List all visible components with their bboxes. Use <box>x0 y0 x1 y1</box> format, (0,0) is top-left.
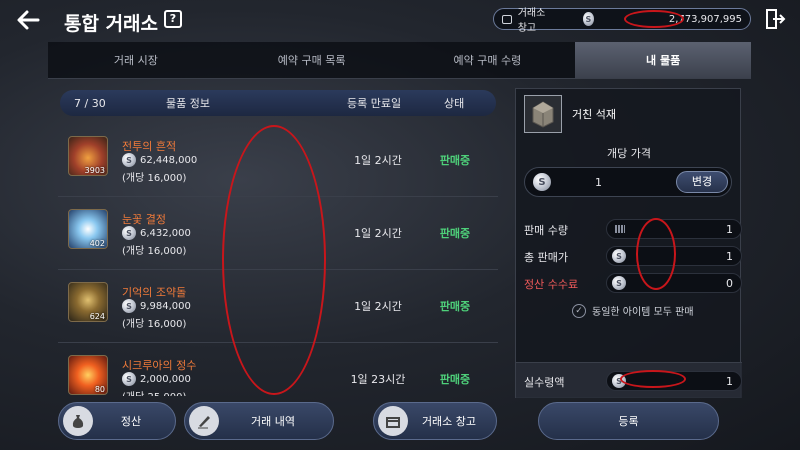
item-price: 9,984,000 <box>140 300 191 312</box>
essence-orb-icon: 80 <box>68 355 108 395</box>
storage-chest-icon <box>378 406 408 436</box>
silver-coin-icon: S <box>122 372 136 386</box>
fee-field: S 0 <box>606 273 742 293</box>
register-button[interactable]: 등록 <box>538 402 719 440</box>
selected-item-name: 거친 석재 <box>572 108 616 121</box>
status-badge: 판매중 <box>439 154 471 167</box>
item-expire: 1일 2시간 <box>354 227 402 240</box>
question-icon[interactable]: ? <box>164 10 182 28</box>
col-item-info: 물품 정보 <box>166 97 210 110</box>
tab-reserve-receive[interactable]: 예약 구매 수령 <box>400 42 576 78</box>
item-name: 전투의 흔적 <box>122 140 177 153</box>
tab-my-items[interactable]: 내 물품 <box>575 42 751 78</box>
silver-coin-icon: S <box>122 153 136 167</box>
fee-value: 0 <box>726 277 733 290</box>
actual-receive-row: 실수령액 S 1 <box>516 362 742 398</box>
settle-button[interactable]: 정산 <box>58 402 176 440</box>
sell-panel: 거친 석재 개당 가격 S 1 변경 판매 수량 1 총 판매가 S 1 정산 … <box>515 88 742 398</box>
item-price: 6,432,000 <box>140 227 191 239</box>
col-status: 상태 <box>444 97 465 110</box>
tab-bar: 거래 시장 예약 구매 목록 예약 구매 수령 내 물품 <box>48 42 751 79</box>
item-price: 62,448,000 <box>140 154 198 166</box>
item-price: 2,000,000 <box>140 373 191 385</box>
sell-qty-label: 판매 수량 <box>524 224 568 237</box>
tab-market[interactable]: 거래 시장 <box>48 42 224 78</box>
arrow-left-icon[interactable] <box>14 6 44 34</box>
item-unit-price: (개당 25,000) <box>122 388 186 396</box>
col-expire: 등록 만료일 <box>347 97 402 110</box>
item-count: 7 / 30 <box>74 96 106 110</box>
item-unit-price: (개당 16,000) <box>122 173 187 184</box>
item-expire: 1일 2시간 <box>354 300 402 313</box>
storage-label[interactable]: 거래소 창고 <box>518 4 556 34</box>
item-unit-price: (개당 16,000) <box>122 319 187 330</box>
change-price-button[interactable]: 변경 <box>676 171 728 193</box>
actual-value: 1 <box>726 375 733 388</box>
exit-door-icon[interactable] <box>764 8 786 30</box>
silver-coin-icon: S <box>533 173 551 191</box>
silver-coin-icon: S <box>582 12 594 26</box>
silver-coin-icon: S <box>122 299 136 313</box>
list-item[interactable]: 3903 전투의 흔적 S 62,448,000 (개당 16,000) 1일 2… <box>58 124 498 197</box>
list-item[interactable]: 624 기억의 조약돌 S 9,984,000 (개당 16,000) 1일 2시… <box>58 270 498 343</box>
unit-price-field: S 1 변경 <box>524 167 732 197</box>
total-row: 총 판매가 S 1 <box>524 246 742 266</box>
keypad-icon <box>615 225 625 233</box>
item-name: 눈꽃 결정 <box>122 213 166 226</box>
fee-row: 정산 수수료 S 0 <box>524 273 742 293</box>
sell-qty-row: 판매 수량 1 <box>524 219 742 239</box>
actual-label: 실수령액 <box>524 376 565 389</box>
memory-pebble-icon: 624 <box>68 282 108 322</box>
quill-icon <box>189 406 219 436</box>
silver-coin-icon: S <box>612 249 626 263</box>
storage-box-icon <box>502 14 512 24</box>
total-field: S 1 <box>606 246 742 266</box>
trade-history-button[interactable]: 거래 내역 <box>184 402 334 440</box>
item-unit-price: (개당 16,000) <box>122 246 187 257</box>
total-value: 1 <box>726 250 733 263</box>
unit-price-label: 개당 가격 <box>607 147 651 160</box>
snowflake-crystal-icon: 402 <box>68 209 108 249</box>
silver-coin-icon: S <box>612 374 626 388</box>
total-label: 총 판매가 <box>524 251 568 264</box>
fee-label: 정산 수수료 <box>524 278 579 291</box>
list-item[interactable]: 80 시크루아의 정수 S 2,000,000 (개당 25,000) 1일 23… <box>58 343 498 396</box>
status-badge: 판매중 <box>439 227 471 240</box>
exchange-storage-button[interactable]: 거래소 창고 <box>373 402 497 440</box>
wallet-bar: 거래소 창고 S 2,773,907,995 <box>493 8 751 34</box>
silver-amount: 2,773,907,995 <box>668 13 743 25</box>
sell-qty-value: 1 <box>726 223 733 236</box>
battle-trace-icon: 3903 <box>68 136 108 176</box>
check-icon[interactable]: ✓ <box>572 303 586 318</box>
sell-all-same-label: 동일한 아이템 모두 판매 <box>592 307 694 318</box>
sell-qty-field[interactable]: 1 <box>606 219 742 239</box>
item-name: 시크루아의 정수 <box>122 359 197 372</box>
item-list[interactable]: 3903 전투의 흔적 S 62,448,000 (개당 16,000) 1일 2… <box>58 124 498 396</box>
rough-stone-icon <box>524 95 562 133</box>
list-header: 7 / 30 물품 정보 등록 만료일 상태 <box>60 90 496 116</box>
money-bag-icon <box>63 406 93 436</box>
item-name: 기억의 조약돌 <box>122 286 187 299</box>
silver-coin-icon: S <box>122 226 136 240</box>
item-expire: 1일 2시간 <box>354 154 402 167</box>
actual-field: S 1 <box>606 371 742 391</box>
list-item[interactable]: 402 눈꽃 결정 S 6,432,000 (개당 16,000) 1일 2시간 … <box>58 197 498 270</box>
status-badge: 판매중 <box>439 300 471 313</box>
tab-reserve-list[interactable]: 예약 구매 목록 <box>224 42 400 78</box>
silver-coin-icon: S <box>612 276 626 290</box>
status-badge: 판매중 <box>439 373 471 386</box>
page-title: 통합 거래소 <box>64 13 159 35</box>
item-expire: 1일 23시간 <box>350 373 406 386</box>
sell-all-same-toggle[interactable]: ✓ 동일한 아이템 모두 판매 <box>572 303 694 318</box>
unit-price-value: 1 <box>595 176 602 189</box>
